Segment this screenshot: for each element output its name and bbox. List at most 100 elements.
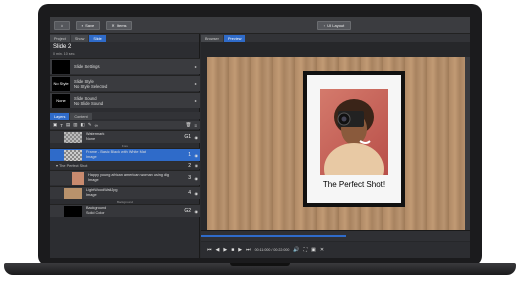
home-icon: ⌂ [60, 23, 64, 28]
items-button[interactable]: ✕ Items [106, 21, 132, 30]
layer-type: Solid Color [86, 211, 105, 215]
picture-frame[interactable]: The Perfect Shot! [303, 71, 405, 207]
sound-swatch: None [52, 93, 70, 108]
settings-swatch [52, 59, 70, 74]
layer-type: None [86, 137, 96, 141]
skip-start-icon[interactable]: ⏮ [207, 247, 212, 253]
add-shape-icon[interactable]: ◧ [81, 122, 85, 128]
right-tabs: Browser Preview [201, 34, 470, 42]
layer-number: 4 [188, 190, 191, 196]
home-button[interactable]: ⌂ [54, 21, 70, 30]
items-icon: ✕ [111, 23, 115, 28]
skip-end-icon[interactable]: ⏭ [246, 247, 251, 253]
laptop-notch [230, 263, 290, 266]
layer-number: 1 [188, 152, 191, 158]
ui-layout-button[interactable]: ▫ UI Layout [317, 21, 351, 30]
layers-toolbar: ▣ T ▤ ▥ ◧ ✎ ∞ 🗑 ≡ [50, 121, 200, 129]
layer-number: G1 [184, 134, 191, 140]
slide-title: Slide 2 [53, 44, 72, 50]
woman-camera-photo [320, 89, 388, 175]
frame-mat: The Perfect Shot! [307, 75, 401, 203]
slide-sound-row[interactable]: None Slide Sound No Slide Sound ▸ [50, 92, 200, 108]
photo-caption: The Perfect Shot! [322, 180, 386, 189]
eye-icon[interactable]: ◉ [195, 135, 199, 140]
chevron-right-icon: ▸ [194, 81, 197, 86]
tab-project[interactable]: Project [50, 35, 70, 42]
layer-woman-photo[interactable]: Happy young african american woman using… [50, 170, 200, 185]
add-image-icon[interactable]: ▤ [66, 122, 70, 128]
eye-icon[interactable]: ◉ [195, 163, 198, 168]
app-window: ⌂ ▪ Save ✕ Items ▫ UI Layout Project Sho… [50, 17, 470, 258]
playback-time: 00:11:000 / 00:22:000 [254, 248, 290, 252]
top-toolbar: ⌂ ▪ Save ✕ Items ▫ UI Layout [50, 17, 470, 34]
delete-icon[interactable]: 🗑 [186, 122, 192, 128]
layer-frame[interactable]: Frame - Basic Black with White Mat Image… [50, 148, 200, 161]
layer-type: Image [86, 193, 97, 197]
layer-thumbnail [64, 131, 82, 143]
layer-watermark[interactable]: Watermark None G1 ◉ [50, 130, 200, 143]
speaker-icon[interactable]: 🔊 [293, 247, 299, 253]
layer-background[interactable]: Background Solid Color G2 ◉ [50, 204, 200, 217]
save-icon: ▪ [81, 23, 84, 28]
layer-number: 3 [188, 175, 191, 181]
timeline-progress [201, 235, 346, 237]
link-icon[interactable]: ∞ [95, 123, 98, 128]
layer-thumbnail [64, 187, 82, 199]
left-tabs: Project Show Slide [50, 34, 199, 42]
save-button[interactable]: ▪ Save [76, 21, 100, 30]
add-layer-icon[interactable]: ▣ [53, 122, 57, 128]
preview-scrollbar[interactable] [465, 57, 470, 230]
play-icon[interactable]: ▶ [223, 247, 227, 253]
ui-layout-label: UI Layout [327, 23, 345, 28]
group-header[interactable]: ▾ The Perfect Shot 2 ◉ [50, 162, 200, 169]
group-number: 2 [188, 162, 191, 169]
layout-icon: ▫ [323, 23, 326, 28]
layer-wood[interactable]: LightWoodWallJpg Image 4 ◉ [50, 186, 200, 199]
preview-canvas[interactable]: The Perfect Shot! [207, 57, 466, 230]
timeline-track[interactable] [201, 230, 470, 241]
right-panel: Browser Preview The Perfect Shot! ⏮ ◀ ▶ … [201, 34, 470, 258]
style-swatch: No Style [52, 76, 70, 91]
eye-icon[interactable]: ◉ [195, 191, 199, 196]
layer-thumbnail [64, 149, 82, 161]
slide-duration: 0 min. 10 sec. [53, 52, 76, 56]
step-back-icon[interactable]: ◀ [216, 247, 220, 253]
edit-icon[interactable]: ✎ [88, 122, 92, 128]
slide-style-row[interactable]: No Style Slide Style No Style Selected ▸ [50, 75, 200, 91]
layer-thumbnail [64, 205, 82, 217]
stop-icon[interactable]: ■ [231, 247, 234, 253]
tab-preview[interactable]: Preview [223, 35, 246, 42]
eye-icon[interactable]: ◉ [195, 153, 199, 158]
slide-settings-row[interactable]: Slide Settings ▸ [50, 58, 200, 74]
tab-slide[interactable]: Slide [89, 35, 106, 42]
layer-thumbnail [72, 171, 84, 185]
chevron-right-icon: ▸ [194, 64, 197, 69]
tab-browser[interactable]: Browser [201, 35, 223, 42]
eye-icon[interactable]: ◉ [195, 176, 199, 181]
tab-show[interactable]: Show [70, 35, 89, 42]
chevron-right-icon: ▸ [194, 98, 197, 103]
slide-style-value: No Style Selected [74, 83, 108, 89]
items-label: Items [116, 23, 127, 28]
add-video-icon[interactable]: ▥ [73, 122, 77, 128]
layer-number: G2 [184, 208, 191, 214]
tab-content[interactable]: Content [70, 113, 92, 120]
group-name: The Perfect Shot [58, 163, 88, 168]
layer-name: Happy young african american woman using… [88, 173, 170, 178]
layer-type: Image [88, 178, 99, 182]
window-icon[interactable]: ▣ [311, 247, 316, 253]
tab-layers[interactable]: Layers [50, 113, 70, 120]
slide-settings-label: Slide Settings [74, 64, 100, 69]
layer-type: Image [86, 155, 97, 159]
photo-illustration [324, 99, 384, 175]
save-label: Save [85, 23, 95, 28]
step-forward-icon[interactable]: ▶ [238, 247, 242, 253]
fullscreen-icon[interactable]: ⛶ [304, 247, 308, 253]
eye-icon[interactable]: ◉ [195, 209, 199, 214]
close-preview-icon[interactable]: ✕ [320, 247, 324, 253]
layer-tabs: Layers Content [50, 112, 200, 120]
add-text-icon[interactable]: T [60, 123, 63, 128]
left-panel: Project Show Slide Slide 2 0 min. 10 sec… [50, 34, 200, 258]
menu-icon[interactable]: ≡ [194, 123, 197, 128]
slide-sound-value: No Slide Sound [74, 100, 104, 106]
